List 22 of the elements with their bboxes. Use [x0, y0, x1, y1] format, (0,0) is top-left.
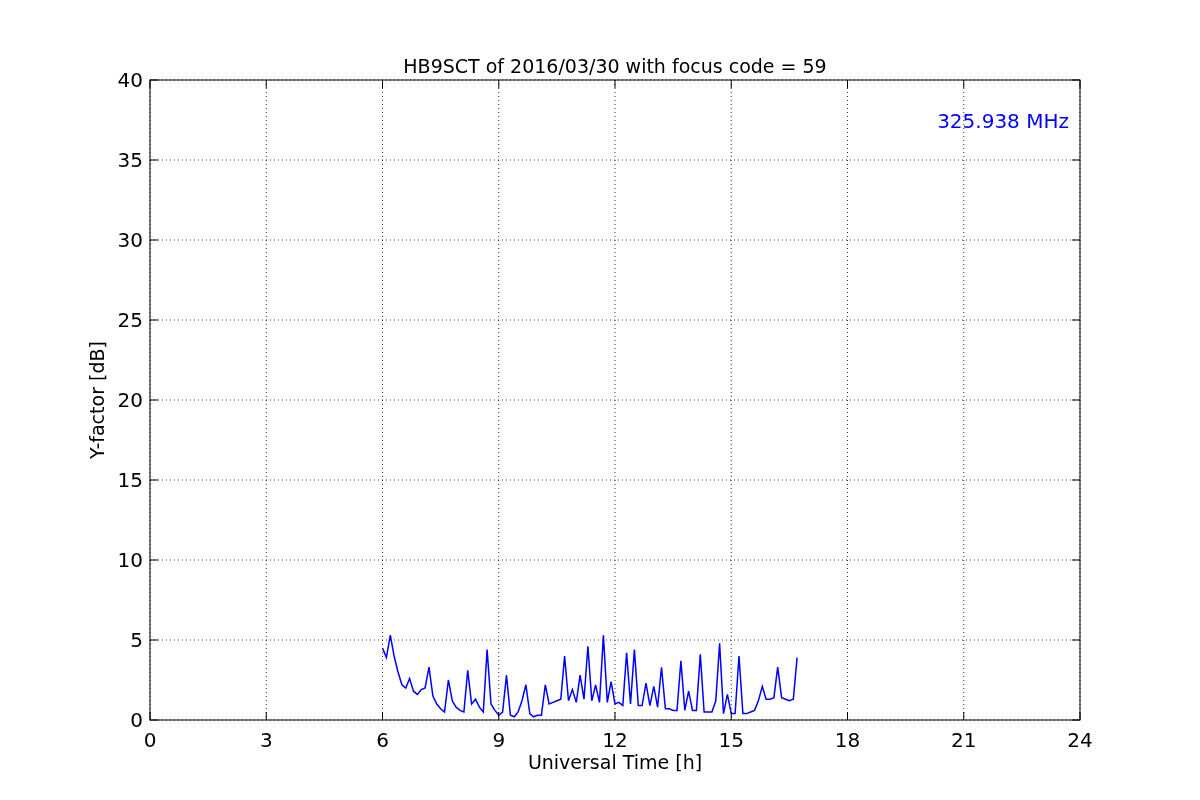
tick-label: 25	[117, 308, 143, 332]
tick-label: 18	[834, 728, 861, 752]
tick-label: 0	[130, 708, 143, 732]
series-label: 325.938 MHz	[937, 109, 1069, 133]
x-axis-label: Universal Time [h]	[527, 751, 703, 773]
tick-label: 30	[117, 228, 143, 252]
tick-label: 15	[117, 468, 143, 492]
tick-label: 5	[130, 628, 143, 652]
tick-label: 24	[1067, 728, 1093, 752]
tick-label: 21	[951, 728, 977, 752]
chart-title: HB9SCT of 2016/03/30 with focus code = 59	[403, 55, 827, 77]
tick-label: 20	[117, 388, 143, 412]
tick-label: 40	[117, 68, 143, 92]
tick-label: 35	[117, 148, 143, 172]
tick-label: 15	[718, 728, 744, 752]
tick-label: 9	[492, 728, 506, 752]
tick-label: 0	[143, 728, 157, 752]
tick-label: 6	[376, 728, 389, 752]
tick-label: 10	[117, 548, 143, 572]
y-axis-label: Y-factor [dB]	[86, 341, 108, 459]
tick-label: 12	[602, 728, 628, 752]
tick-label: 3	[259, 728, 273, 752]
